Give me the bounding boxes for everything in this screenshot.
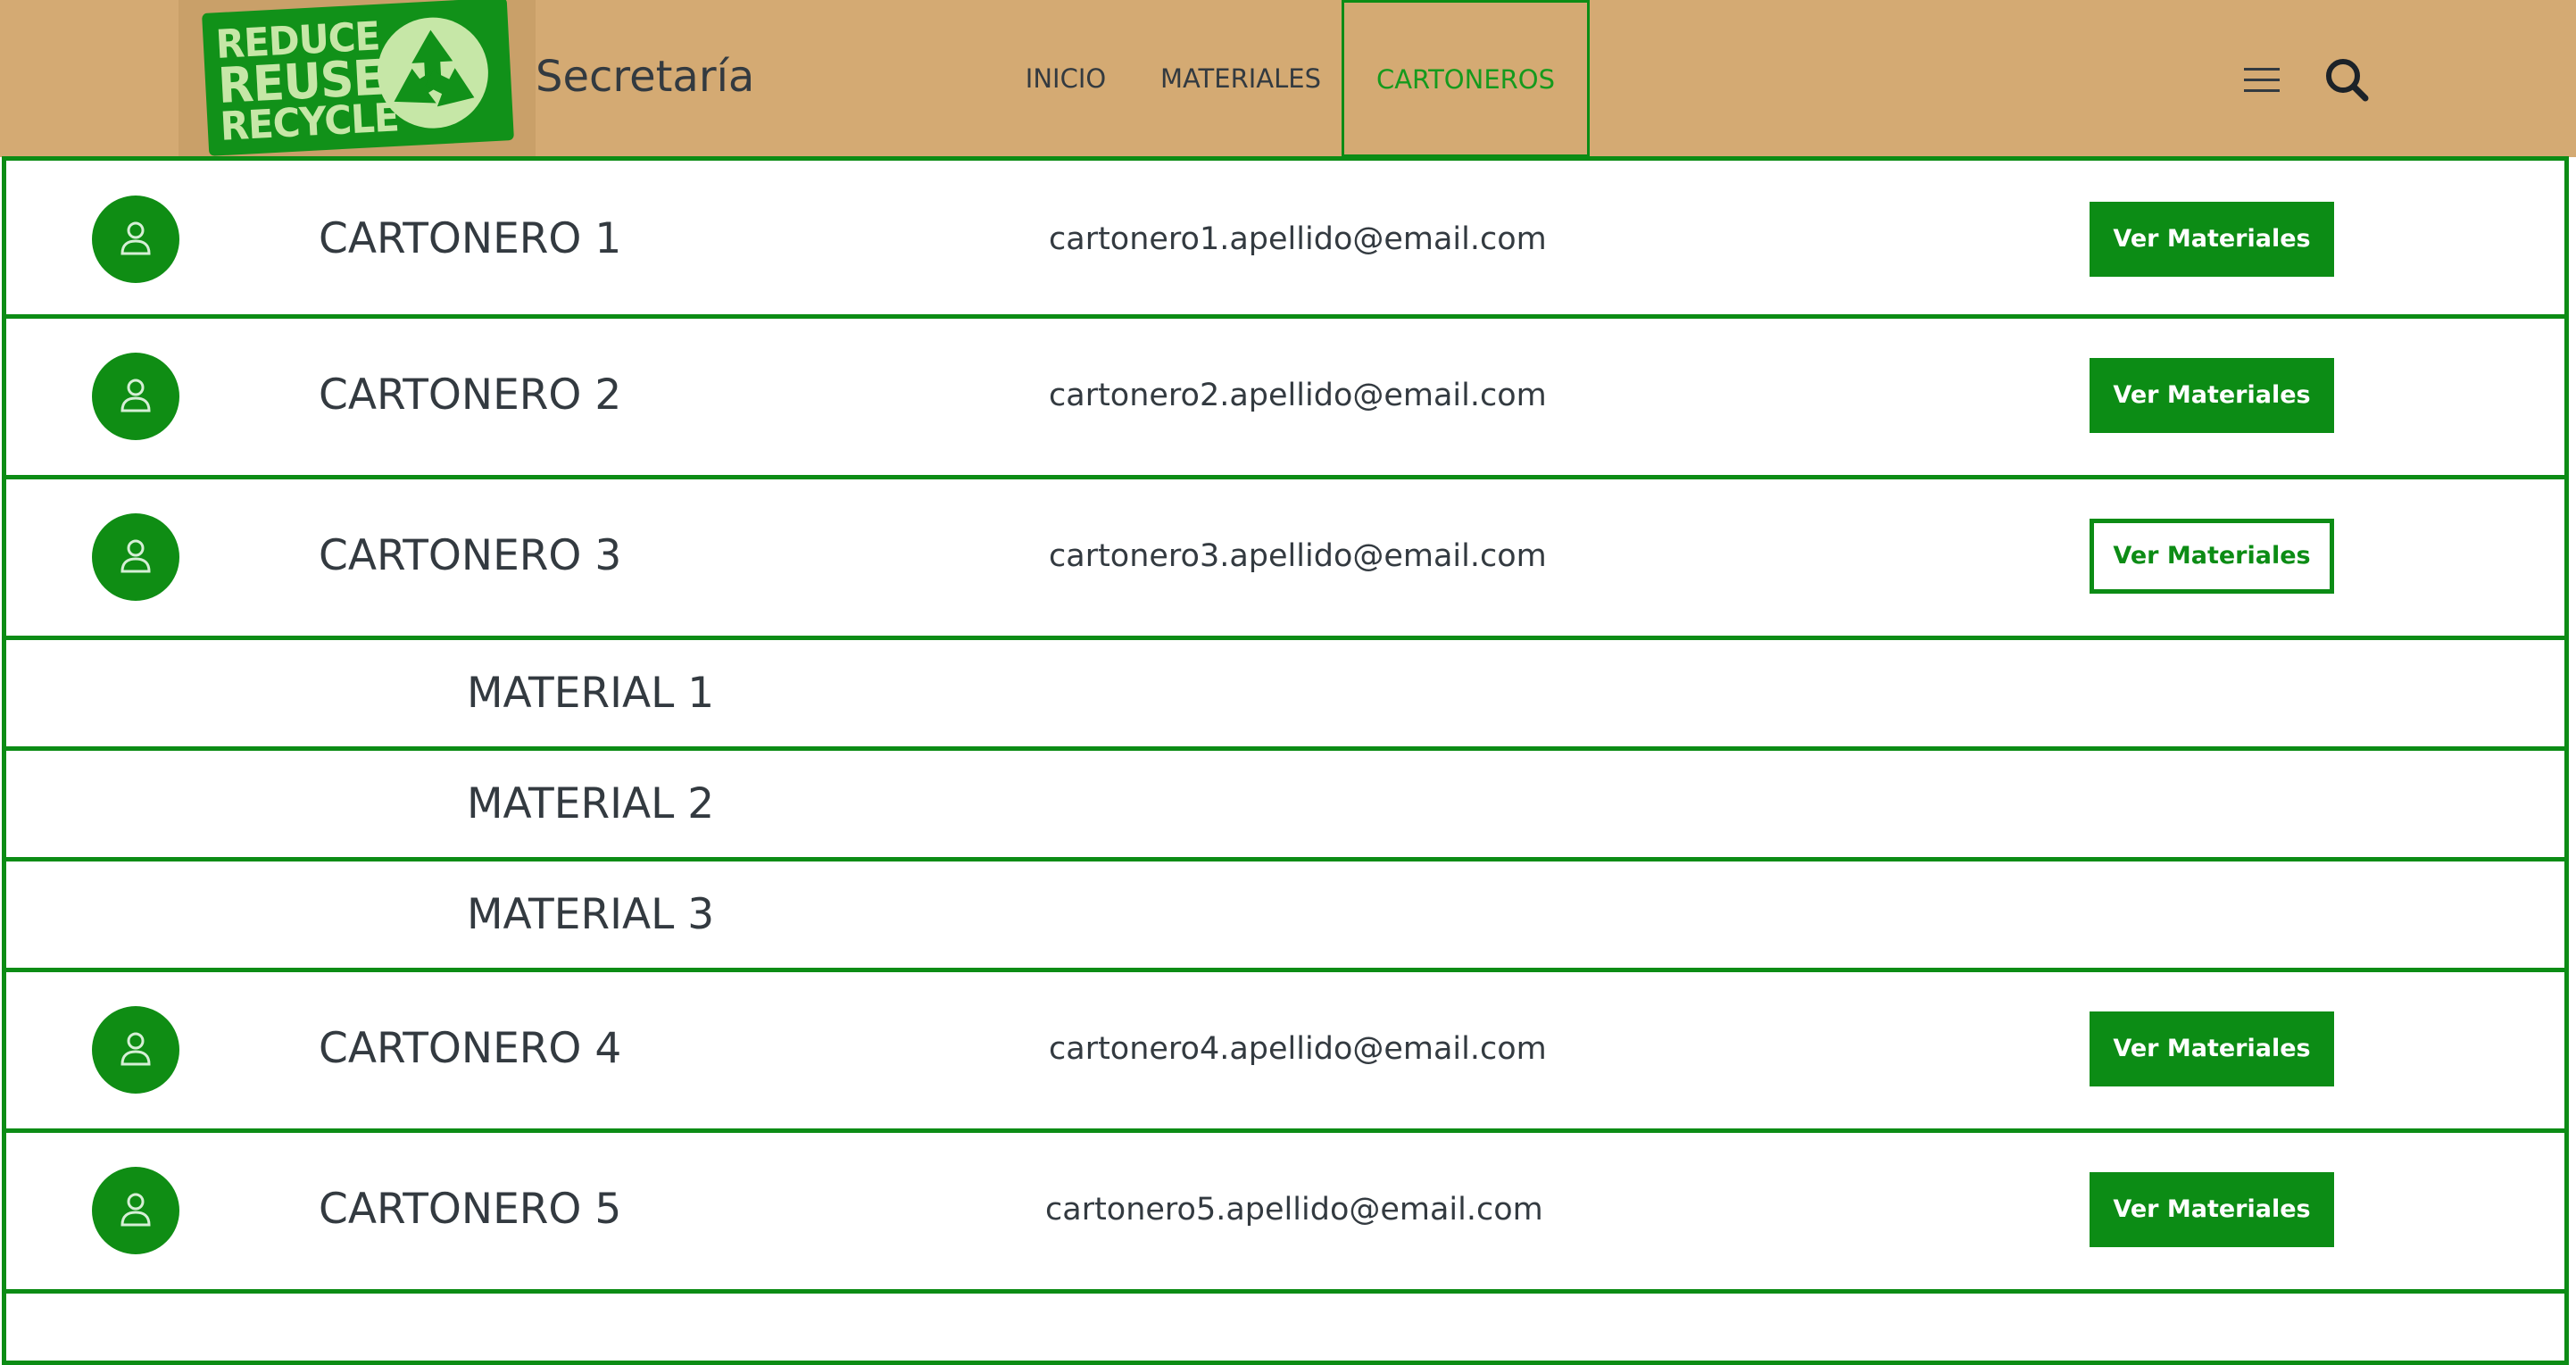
ver-materiales-button[interactable]: Ver Materiales: [2090, 1172, 2334, 1247]
logo[interactable]: REDUCE REUSE RECYCLE: [179, 0, 536, 157]
cartonero-email: cartonero5.apellido@email.com: [1045, 1192, 1543, 1228]
cartonero-email: cartonero4.apellido@email.com: [1049, 1031, 1547, 1067]
ver-materiales-button[interactable]: Ver Materiales: [2090, 202, 2334, 277]
avatar: [92, 1006, 179, 1094]
material-row: MATERIAL 1: [2, 640, 2569, 751]
logo-stamp: REDUCE REUSE RECYCLE: [202, 0, 514, 156]
material-name: MATERIAL 1: [467, 669, 715, 718]
cartonero-name: CARTONERO 2: [319, 370, 622, 420]
cartonero-row: CARTONERO 3 cartonero3.apellido@email.co…: [2, 479, 2569, 640]
logo-word-recycle: RECYCLE: [219, 94, 400, 150]
cartonero-row: CARTONERO 2 cartonero2.apellido@email.co…: [2, 319, 2569, 479]
brand-title[interactable]: Secretaría: [536, 52, 754, 102]
nav-cartoneros[interactable]: CARTONEROS: [1342, 0, 1590, 157]
user-icon: [120, 221, 151, 255]
user-icon: [120, 1193, 151, 1227]
material-name: MATERIAL 2: [467, 779, 715, 828]
user-icon: [120, 539, 151, 573]
material-row: MATERIAL 2: [2, 751, 2569, 861]
nav-inicio[interactable]: INICIO: [1003, 0, 1128, 157]
user-icon: [120, 1032, 151, 1066]
avatar: [92, 353, 179, 440]
cartonero-row-partial: [2, 1294, 2569, 1365]
user-icon: [120, 379, 151, 412]
avatar: [92, 513, 179, 601]
hamburger-menu-icon[interactable]: [2242, 62, 2281, 98]
cartonero-email: cartonero2.apellido@email.com: [1049, 378, 1547, 413]
cartonero-email: cartonero3.apellido@email.com: [1049, 538, 1547, 574]
cartonero-email: cartonero1.apellido@email.com: [1049, 221, 1547, 257]
avatar: [92, 1167, 179, 1254]
search-icon[interactable]: [2324, 57, 2369, 102]
nav-materiales[interactable]: MATERIALES: [1151, 0, 1330, 157]
recycle-icon: [377, 17, 488, 129]
ver-materiales-button[interactable]: Ver Materiales: [2090, 519, 2334, 594]
avatar: [92, 196, 179, 283]
cartonero-row: CARTONERO 4 cartonero4.apellido@email.co…: [2, 972, 2569, 1133]
cartonero-row: CARTONERO 1 cartonero1.apellido@email.co…: [2, 156, 2569, 319]
cartonero-name: CARTONERO 5: [319, 1185, 622, 1234]
cartonero-row: CARTONERO 5 cartonero5.apellido@email.co…: [2, 1133, 2569, 1294]
cartonero-name: CARTONERO 3: [319, 531, 622, 580]
ver-materiales-button[interactable]: Ver Materiales: [2090, 1011, 2334, 1086]
cartonero-name: CARTONERO 4: [319, 1024, 622, 1073]
ver-materiales-button[interactable]: Ver Materiales: [2090, 358, 2334, 433]
top-navbar: REDUCE REUSE RECYCLE Secretaría INICIO M…: [0, 0, 2576, 157]
cartonero-name: CARTONERO 1: [319, 214, 622, 263]
material-row: MATERIAL 3: [2, 861, 2569, 972]
material-name: MATERIAL 3: [467, 890, 715, 939]
